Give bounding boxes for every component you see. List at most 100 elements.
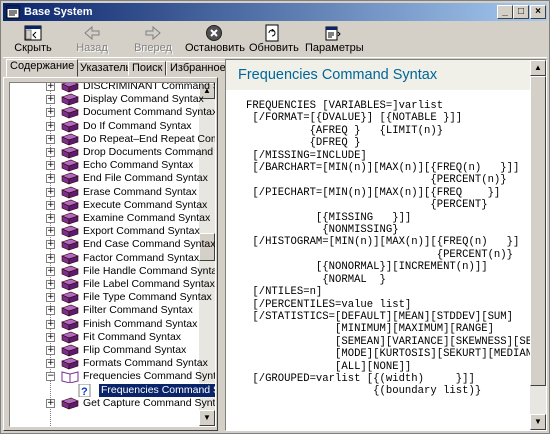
tree-item[interactable]: + File Label Command Syntax	[10, 278, 215, 291]
expand-toggle-icon[interactable]: +	[46, 293, 55, 303]
expand-toggle-icon[interactable]: +	[46, 346, 55, 355]
tree-item-label: Fit Command Syntax	[83, 330, 182, 343]
tree-item[interactable]: + File Type Command Syntax	[10, 291, 212, 304]
tab-contents[interactable]: Содержание	[6, 59, 79, 77]
expand-toggle-icon[interactable]: +	[46, 214, 55, 223]
expand-toggle-icon[interactable]: +	[46, 240, 55, 250]
expand-toggle-icon[interactable]: +	[46, 359, 55, 369]
tree-item[interactable]: + End File Command Syntax	[10, 172, 210, 185]
options-icon	[325, 26, 341, 41]
tree-item[interactable]: + Display Command Syntax	[10, 93, 210, 106]
refresh-button[interactable]: Обновить	[249, 22, 299, 56]
expand-toggle-icon[interactable]: +	[46, 187, 55, 197]
tree-item[interactable]: + Do If Command Syntax	[10, 120, 210, 133]
minimize-button[interactable]: _	[497, 5, 513, 19]
expand-toggle-icon[interactable]: +	[46, 83, 55, 91]
tab-search[interactable]: Поиск	[128, 61, 167, 76]
tree-item[interactable]: + Examine Command Syntax	[10, 212, 210, 225]
tree-item[interactable]: + Drop Documents Command Syntax	[10, 146, 215, 159]
expand-toggle-icon[interactable]: +	[46, 253, 55, 263]
closed-book-icon	[61, 120, 79, 133]
options-label: Параметры	[305, 42, 364, 54]
svg-text:?: ?	[81, 386, 88, 397]
expand-toggle-icon[interactable]: +	[46, 398, 55, 408]
tree-item[interactable]: + Erase Command Syntax	[10, 186, 210, 199]
tree-item[interactable]: + Do Repeat–End Repeat Command	[10, 133, 215, 146]
expand-toggle-icon[interactable]: +	[46, 95, 55, 105]
tab-index[interactable]: Указатель	[76, 61, 136, 76]
help-window: Base System _ □ × Скрыть Назад Вперед Ос…	[0, 0, 550, 434]
tree-item[interactable]: + Finish Command Syntax	[10, 318, 210, 331]
topic-scrollbar[interactable]: ▲ ▼	[530, 60, 546, 430]
closed-book-icon	[61, 212, 79, 225]
collapse-toggle-icon[interactable]: −	[46, 372, 55, 382]
closed-book-icon	[61, 93, 79, 106]
nav-tabs: Содержание Указатель Поиск Избранное	[3, 59, 230, 77]
closed-book-icon	[61, 186, 79, 199]
refresh-label: Обновить	[249, 42, 299, 54]
open-book-icon	[61, 371, 79, 384]
contents-tree[interactable]: ▲ ▼ +DISCRIMINANT Command Syntax+Display…	[9, 82, 216, 427]
hide-icon	[24, 25, 42, 41]
tree-item[interactable]: − Frequencies Command Syntax	[10, 370, 215, 384]
tree-item[interactable]: + Execute Command Syntax	[10, 199, 210, 212]
expand-toggle-icon[interactable]: +	[46, 280, 55, 289]
topic-scroll-thumb[interactable]	[530, 76, 546, 386]
stop-button[interactable]: Остановить	[185, 22, 245, 56]
expand-toggle-icon[interactable]: +	[46, 319, 55, 329]
tree-item[interactable]: + Get Capture Command Syntax	[10, 397, 215, 410]
closed-book-icon	[61, 397, 79, 410]
tree-item[interactable]: + Fit Command Syntax	[10, 331, 210, 344]
tree-item-label: Erase Command Syntax	[83, 185, 197, 198]
expand-toggle-icon[interactable]: +	[46, 134, 55, 144]
help-app-icon	[6, 5, 20, 19]
expand-toggle-icon[interactable]: +	[46, 148, 55, 157]
tree-item[interactable]: + Document Command Syntax	[10, 106, 215, 119]
tree-item-label: Get Capture Command Syntax	[83, 396, 216, 409]
toolbar: Скрыть Назад Вперед Остановить Обновить …	[3, 22, 547, 58]
tree-item-label: Do If Command Syntax	[83, 119, 192, 132]
closed-book-icon	[61, 278, 79, 291]
expand-toggle-icon[interactable]: +	[46, 266, 55, 276]
help-topic-icon: ?	[78, 383, 91, 397]
tree-item[interactable]: + Filter Command Syntax	[10, 304, 210, 317]
tree-item[interactable]: + DISCRIMINANT Command Syntax	[10, 83, 215, 93]
close-button[interactable]: ×	[530, 5, 546, 19]
closed-book-icon	[61, 357, 79, 370]
expand-toggle-icon[interactable]: +	[46, 108, 55, 118]
closed-book-icon	[61, 146, 79, 159]
expand-toggle-icon[interactable]: +	[46, 121, 55, 131]
options-button[interactable]: Параметры	[305, 22, 364, 56]
topic-scroll-down-button[interactable]: ▼	[530, 414, 546, 430]
expand-toggle-icon[interactable]: +	[46, 332, 55, 342]
tree-item-label: Drop Documents Command Syntax	[83, 146, 215, 158]
closed-book-icon	[61, 318, 79, 331]
back-button[interactable]: Назад	[75, 22, 109, 56]
expand-toggle-icon[interactable]: +	[46, 174, 55, 184]
expand-toggle-icon[interactable]: +	[46, 227, 55, 237]
expand-toggle-icon[interactable]: +	[46, 306, 55, 316]
hide-button[interactable]: Скрыть	[13, 22, 53, 56]
contents-panel: ▲ ▼ +DISCRIMINANT Command Syntax+Display…	[3, 77, 218, 431]
expand-toggle-icon[interactable]: +	[46, 161, 55, 171]
forward-arrow-icon	[145, 25, 161, 41]
tree-item[interactable]: + Echo Command Syntax	[10, 159, 210, 172]
tree-item[interactable]: + Flip Command Syntax	[10, 344, 210, 357]
tree-item[interactable]: + File Handle Command Syntax	[10, 265, 215, 278]
forward-button[interactable]: Вперед	[133, 22, 173, 56]
closed-book-icon	[61, 133, 79, 146]
scroll-down-button[interactable]: ▼	[199, 410, 215, 426]
tree-item[interactable]: + Formats Command Syntax	[10, 357, 210, 370]
maximize-button[interactable]: □	[513, 5, 529, 19]
tree-item-label: Flip Command Syntax	[83, 344, 187, 356]
tree-item-selected[interactable]: ? Frequencies Command Syntax	[10, 382, 215, 398]
topic-scroll-up-button[interactable]: ▲	[530, 60, 546, 76]
expand-toggle-icon[interactable]: +	[46, 200, 55, 210]
tree-item-label: Display Command Syntax	[83, 93, 204, 106]
closed-book-icon	[61, 331, 79, 344]
tree-item-label: Execute Command Syntax	[83, 198, 208, 211]
back-arrow-icon	[84, 25, 100, 41]
tree-item[interactable]: + Export Command Syntax	[10, 225, 210, 238]
tree-item[interactable]: + Factor Command Syntax	[10, 252, 210, 265]
tree-item[interactable]: + End Case Command Syntax	[10, 238, 215, 251]
